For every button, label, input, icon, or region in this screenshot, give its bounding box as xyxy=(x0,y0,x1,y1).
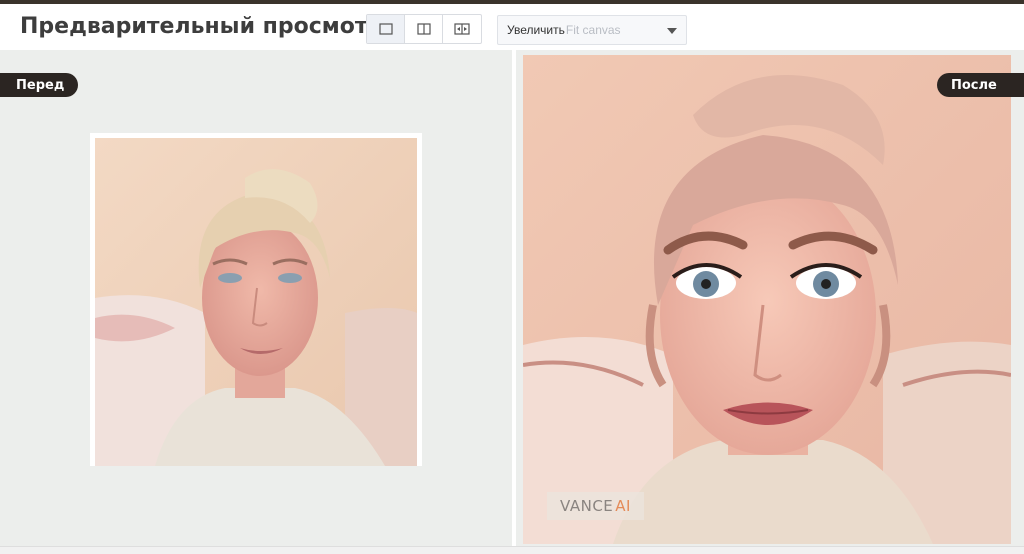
before-badge: Перед xyxy=(0,73,79,97)
bottom-strip xyxy=(0,546,1024,554)
zoom-value: Fit canvas xyxy=(565,23,621,37)
split-view-icon xyxy=(416,23,431,35)
watermark-accent: AI xyxy=(615,497,631,515)
chevron-down-icon xyxy=(667,28,677,34)
vanceai-watermark: VANCE AI xyxy=(547,492,644,520)
after-photo xyxy=(523,55,1011,544)
single-view-button[interactable] xyxy=(367,15,405,43)
split-view-button[interactable] xyxy=(405,15,443,43)
after-image xyxy=(523,55,1011,544)
single-view-icon xyxy=(378,23,393,35)
watermark-main: VANCE xyxy=(560,497,614,515)
before-photo xyxy=(90,133,422,466)
page-title: Предварительный просмотр xyxy=(20,14,384,39)
zoom-label: Увеличить xyxy=(507,23,565,37)
before-image xyxy=(95,138,417,466)
view-mode-toggle xyxy=(366,14,482,44)
zoom-select[interactable]: Увеличить Fit canvas xyxy=(497,15,687,45)
after-badge: После xyxy=(937,73,1024,97)
slider-compare-icon xyxy=(454,23,470,35)
preview-header: Предварительный просмотр Увеличить Fit c… xyxy=(0,4,1024,50)
slider-compare-button[interactable] xyxy=(443,15,481,43)
